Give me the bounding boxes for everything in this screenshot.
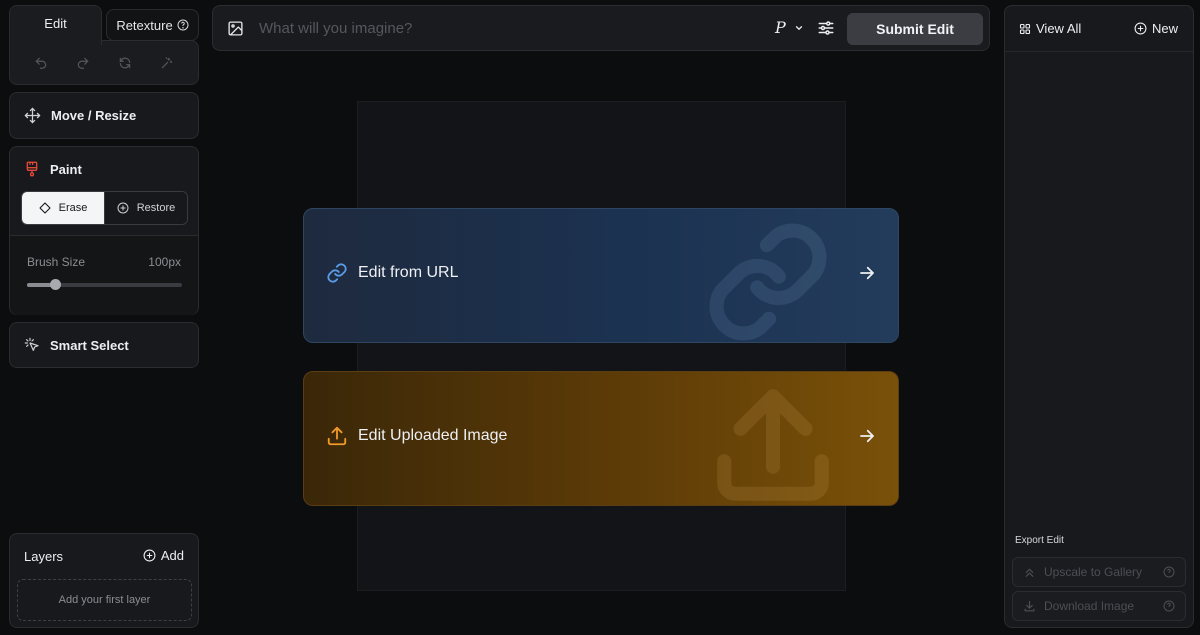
- slider-thumb[interactable]: [49, 279, 61, 290]
- help-circle-icon: [1163, 600, 1175, 612]
- divider: [1005, 51, 1193, 52]
- tool-paint: Paint Erase Restore Brush Size 100px: [9, 146, 199, 315]
- mode-tabs: Edit Retexture: [9, 5, 199, 85]
- move-icon: [24, 107, 41, 124]
- arrow-right-icon: [858, 427, 876, 445]
- prompt-input[interactable]: [257, 13, 737, 43]
- tool-label: Smart Select: [50, 337, 129, 353]
- edit-uploaded-image-card[interactable]: Edit Uploaded Image: [303, 371, 899, 506]
- sliders-icon[interactable]: [817, 19, 835, 37]
- plus-circle-icon: [143, 549, 156, 562]
- submit-edit-button[interactable]: Submit Edit: [847, 13, 983, 45]
- view-all-button[interactable]: View All: [1019, 21, 1081, 36]
- erase-button[interactable]: Erase: [22, 192, 104, 224]
- history-toolbar: [9, 40, 199, 85]
- arrow-right-icon: [858, 264, 876, 282]
- undo-icon[interactable]: [31, 53, 51, 73]
- paint-brush-icon: [24, 161, 40, 177]
- pointer-click-icon: [24, 337, 40, 353]
- chevrons-up-icon: [1023, 566, 1036, 579]
- add-layer-button[interactable]: Add: [143, 548, 184, 563]
- redo-icon[interactable]: [73, 53, 93, 73]
- paint-header[interactable]: Paint: [24, 161, 82, 177]
- add-first-layer-dropzone[interactable]: Add your first layer: [17, 579, 192, 621]
- brush-size-value: 100px: [148, 255, 181, 269]
- plus-circle-icon: [1134, 22, 1147, 35]
- new-button[interactable]: New: [1134, 21, 1178, 36]
- gallery-panel: View All New Export Edit Upscale to Gall…: [1004, 5, 1194, 628]
- tool-label: Paint: [50, 161, 82, 177]
- grid-icon: [1019, 23, 1031, 35]
- download-icon: [1023, 600, 1036, 613]
- tool-smart-select[interactable]: Smart Select: [9, 322, 199, 368]
- export-section-title: Export Edit: [1015, 535, 1064, 546]
- brush-size-label: Brush Size: [27, 255, 86, 269]
- refresh-icon[interactable]: [115, 53, 135, 73]
- eraser-icon: [39, 202, 51, 214]
- help-circle-icon: [177, 19, 189, 31]
- upload-icon: [326, 425, 348, 447]
- model-select[interactable]: P: [775, 18, 804, 37]
- brush-size-slider[interactable]: [27, 279, 182, 290]
- paint-mode-toggle: Erase Restore: [21, 191, 188, 225]
- tab-edit[interactable]: Edit: [9, 5, 102, 45]
- layers-title: Layers: [24, 549, 64, 564]
- help-circle-icon: [1163, 566, 1175, 578]
- layers-panel: Layers Add Add your first layer: [9, 533, 199, 628]
- upload-icon: [673, 380, 873, 505]
- tab-retexture[interactable]: Retexture: [106, 9, 199, 41]
- edit-from-url-card[interactable]: Edit from URL: [303, 208, 899, 343]
- tool-label: Move / Resize: [51, 108, 137, 123]
- card-label: Edit from URL: [358, 264, 459, 281]
- magic-wand-icon[interactable]: [157, 53, 177, 73]
- tool-move-resize[interactable]: Move / Resize: [9, 92, 199, 139]
- image-icon[interactable]: [227, 20, 244, 37]
- card-label: Edit Uploaded Image: [358, 427, 508, 444]
- chevron-down-icon: [794, 23, 804, 33]
- link-icon: [326, 262, 348, 284]
- prompt-bar: P Submit Edit: [212, 5, 990, 51]
- link-icon: [663, 217, 873, 342]
- download-image-button[interactable]: Download Image: [1012, 591, 1186, 621]
- upscale-to-gallery-button[interactable]: Upscale to Gallery: [1012, 557, 1186, 587]
- brush-settings: [10, 236, 198, 315]
- restore-button[interactable]: Restore: [104, 192, 187, 224]
- plus-circle-icon: [117, 202, 129, 214]
- canvas-area: [357, 101, 846, 591]
